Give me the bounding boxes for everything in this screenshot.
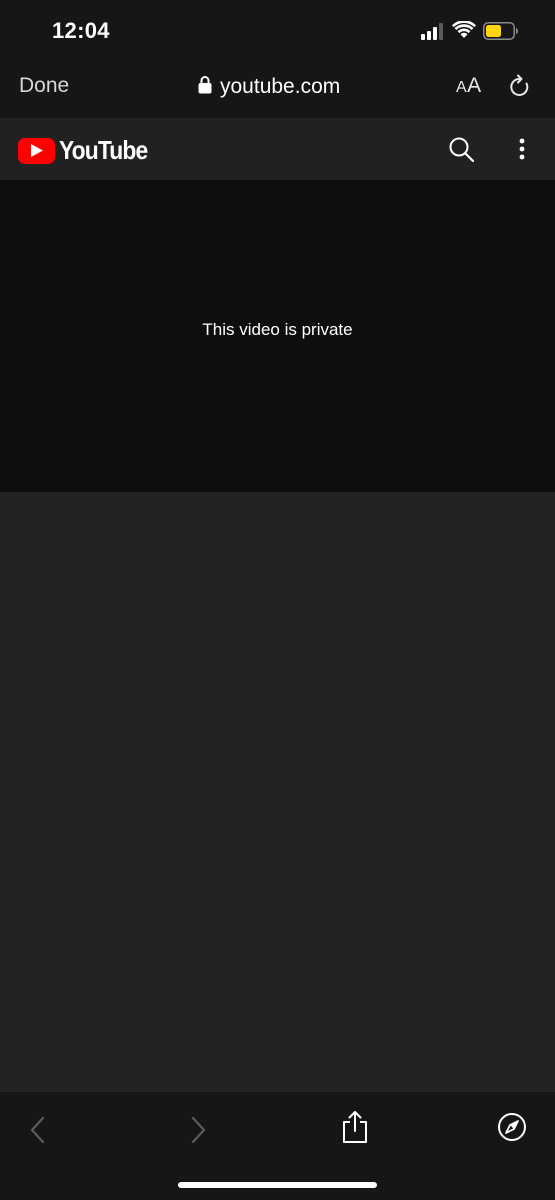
text-size-button[interactable]: AA [456,74,482,98]
back-icon[interactable] [28,1116,48,1149]
youtube-logo-text: YouTube [59,135,148,165]
text-size-small-letter: A [456,79,468,96]
screen: 12:04 Done youtube.com AA YouTube This v… [0,0,555,1200]
reload-icon[interactable] [508,74,532,105]
address-bar[interactable]: youtube.com [198,73,340,101]
video-player[interactable]: This video is private [0,180,555,492]
forward-icon[interactable] [188,1116,208,1149]
more-vertical-icon[interactable] [517,137,527,168]
search-icon[interactable] [448,136,476,169]
home-indicator [178,1182,377,1188]
wifi-icon [452,20,476,44]
lock-icon [198,75,212,99]
status-time: 12:04 [52,18,110,43]
bottom-toolbar [0,1092,555,1200]
battery-icon [483,22,519,45]
compass-icon[interactable] [497,1112,527,1147]
youtube-play-icon [18,137,55,164]
cellular-signal-icon [421,22,447,45]
share-icon[interactable] [340,1110,370,1149]
status-bar: 12:04 [0,0,555,60]
done-button[interactable]: Done [19,74,69,98]
text-size-large-letter: A [467,74,482,97]
private-video-message: This video is private [202,320,353,339]
youtube-logo[interactable]: YouTube [18,135,159,166]
page-content [0,492,555,1092]
browser-bar: Done youtube.com AA [0,60,555,118]
url-text: youtube.com [220,75,341,98]
